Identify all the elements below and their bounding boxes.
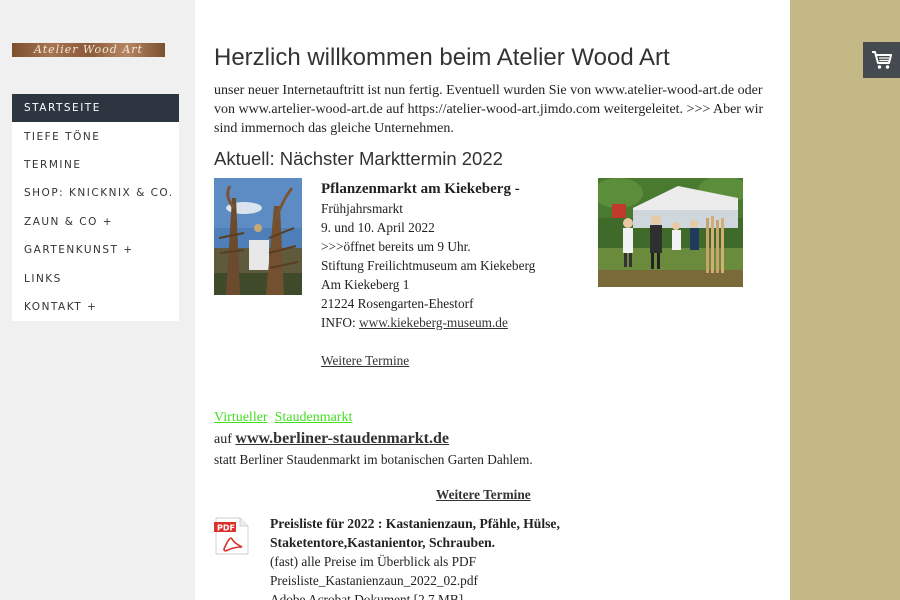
market-image: [598, 178, 743, 287]
berliner-staudenmarkt-link[interactable]: www.berliner-staudenmarkt.de: [235, 430, 449, 447]
more-dates-link[interactable]: Weitere Termine: [321, 351, 591, 370]
download-filename[interactable]: Preisliste_Kastanienzaun_2022_02.pdf: [270, 571, 620, 590]
event-line: Am Kiekeberg 1: [321, 277, 410, 292]
main-navigation: Startseite Tiefe Töne Termine Shop: Knic…: [12, 94, 179, 322]
left-sidebar: Atelier Wood Art Startseite Tiefe Töne T…: [0, 0, 195, 600]
download-block: Preisliste für 2022 : Kastanienzaun, Pfä…: [270, 514, 620, 600]
event-title: Pflanzenmarkt am Kiekeberg -: [321, 181, 520, 197]
nav-item-shop[interactable]: Shop: Knicknix & Co.: [12, 179, 179, 207]
event-line: 21224 Rosengarten-Ehestorf: [321, 296, 474, 311]
more-dates-link-2[interactable]: Weitere Termine: [436, 487, 531, 503]
shopping-cart-icon: [871, 51, 892, 69]
staudenmarkt-link[interactable]: Staudenmarkt: [275, 410, 353, 425]
site-logo[interactable]: Atelier Wood Art: [12, 43, 165, 57]
sculpture-photo[interactable]: [214, 178, 302, 295]
kiekeberg-link[interactable]: www.kiekeberg-museum.de: [359, 315, 508, 330]
download-description: (fast) alle Preise im Überblick als PDF: [270, 554, 477, 569]
svg-text:PDF: PDF: [217, 524, 235, 533]
event-block: Pflanzenmarkt am Kiekeberg - Frühjahrsma…: [321, 180, 591, 370]
nav-item-startseite[interactable]: Startseite: [12, 94, 179, 123]
pdf-icon[interactable]: PDF: [214, 517, 250, 555]
event-line: Stiftung Freilichtmuseum am Kiekeberg: [321, 258, 536, 273]
event-line: >>>öffnet bereits um 9 Uhr.: [321, 239, 471, 254]
right-panel: [790, 0, 900, 600]
download-meta: Adobe Acrobat Dokument [2.7 MB]: [270, 592, 464, 600]
berliner-line: auf www.berliner-staudenmarkt.de: [214, 429, 449, 449]
download-title-1[interactable]: Preisliste für 2022 : Kastanienzaun, Pfä…: [270, 514, 620, 533]
sculpture-image: [214, 178, 302, 295]
virtual-link[interactable]: Virtueller: [214, 410, 268, 425]
section-heading: Aktuell: Nächster Markttermin 2022: [214, 148, 503, 169]
info-label: INFO:: [321, 315, 360, 330]
nav-item-gartenkunst[interactable]: Gartenkunst +: [12, 236, 179, 264]
nav-item-tiefe-toene[interactable]: Tiefe Töne: [12, 122, 179, 150]
nav-item-zaun[interactable]: Zaun & Co +: [12, 208, 179, 236]
intro-text: unser neuer Internetauftritt ist nun fer…: [214, 83, 764, 136]
event-line: 9. und 10. April 2022: [321, 220, 435, 235]
event-info: INFO: www.kiekeberg-museum.de: [321, 313, 591, 332]
nav-item-kontakt[interactable]: Kontakt +: [12, 293, 179, 321]
nav-item-termine[interactable]: Termine: [12, 151, 179, 179]
page-title: Herzlich willkommen beim Atelier Wood Ar…: [214, 44, 670, 71]
auf-text: auf: [214, 432, 236, 447]
event-line: Frühjahrsmarkt: [321, 201, 403, 216]
virtual-market-line: Virtueller Staudenmarkt: [214, 408, 352, 427]
statt-text: statt Berliner Staudenmarkt im botanisch…: [214, 452, 533, 467]
pdf-file-icon: PDF: [214, 517, 249, 555]
nav-item-links[interactable]: Links: [12, 264, 179, 292]
cart-button[interactable]: [863, 42, 900, 78]
logo-text: Atelier Wood Art: [34, 43, 143, 56]
market-photo[interactable]: [598, 178, 743, 287]
download-title-2[interactable]: Staketentore,Kastanientor, Schrauben.: [270, 533, 620, 552]
